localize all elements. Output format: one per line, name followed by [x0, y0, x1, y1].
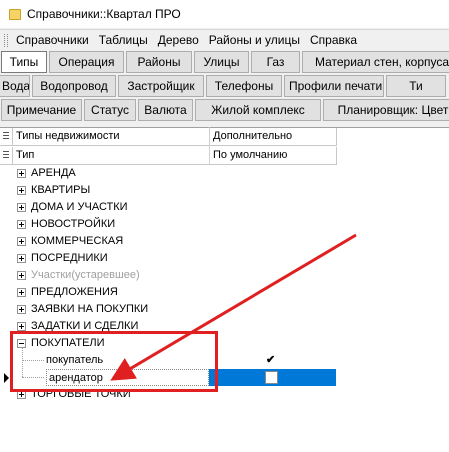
annotation-arrow — [110, 233, 357, 381]
